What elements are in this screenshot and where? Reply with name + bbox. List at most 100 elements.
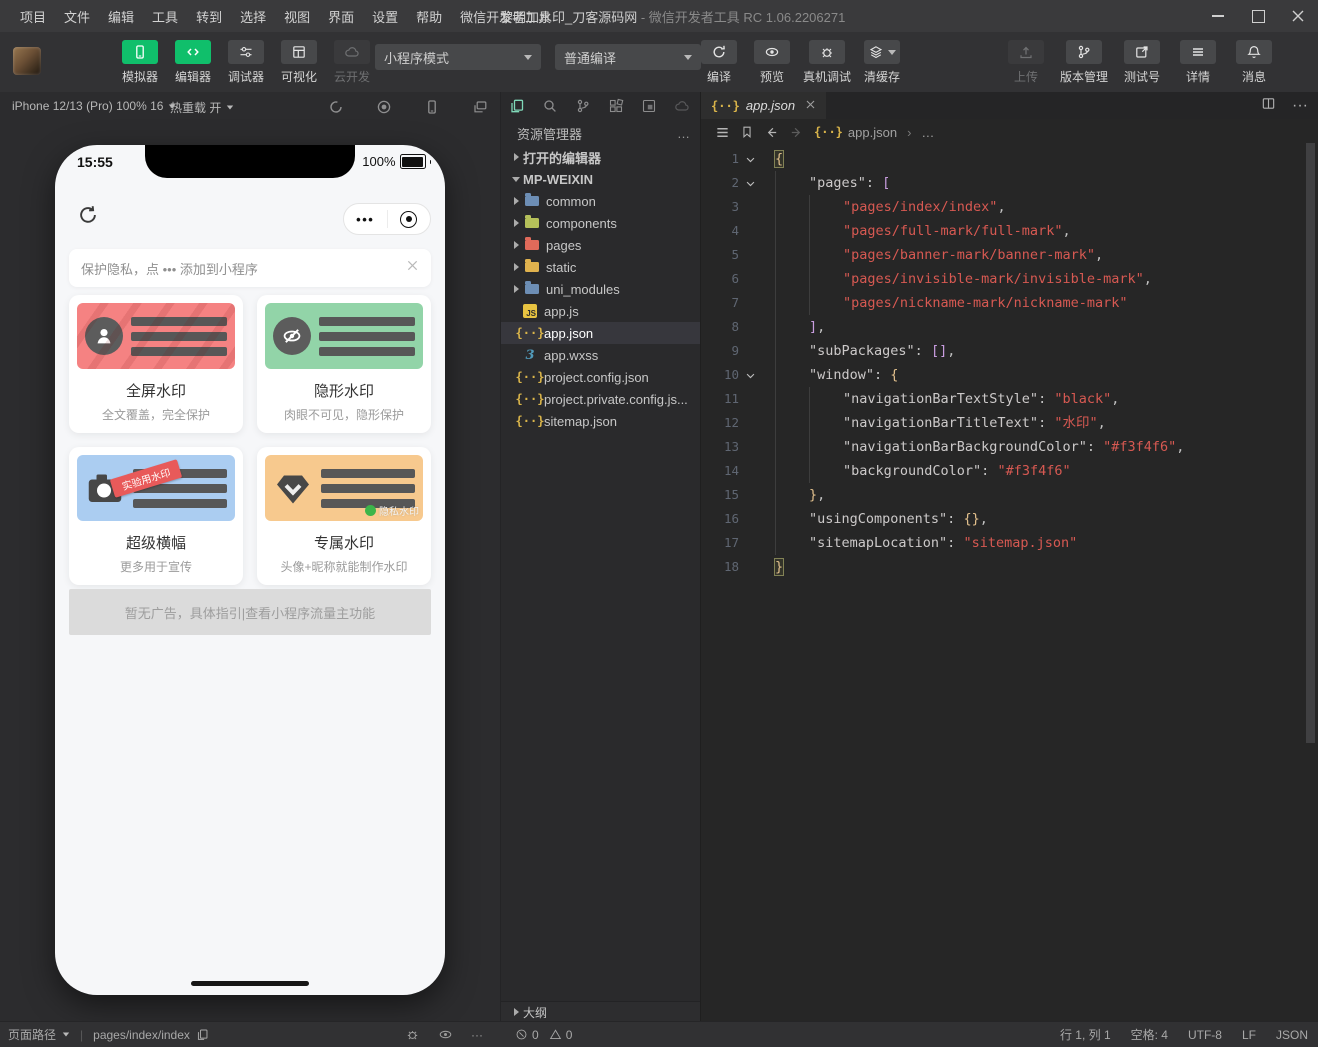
- rotate-phone-icon[interactable]: [420, 95, 444, 119]
- refresh-icon[interactable]: [77, 204, 99, 231]
- folder-expand-arrow[interactable]: [509, 285, 523, 293]
- compile-mode-select[interactable]: 普通编译: [555, 44, 701, 70]
- extensions-icon[interactable]: [607, 97, 625, 115]
- close-button[interactable]: [1278, 0, 1318, 32]
- more-menu-button[interactable]: •••: [344, 212, 387, 227]
- right-0-upload-button[interactable]: 上传: [1004, 40, 1048, 85]
- compile-1-eye-button[interactable]: 预览: [750, 40, 794, 85]
- menu-item-2[interactable]: 编辑: [100, 3, 142, 30]
- breadcrumb-separator: ›: [907, 124, 912, 140]
- more-actions-icon[interactable]: …: [677, 126, 691, 141]
- bookmark-icon[interactable]: [740, 125, 754, 139]
- vconsole-icon[interactable]: [405, 1027, 420, 1042]
- avatar[interactable]: [13, 47, 41, 75]
- menu-item-10[interactable]: 微信开发者工具: [452, 3, 559, 30]
- file-name: components: [546, 215, 617, 231]
- watermark-card-1[interactable]: 隐形水印 肉眼不可见，隐形保护: [257, 295, 431, 433]
- folder-expand-arrow[interactable]: [509, 219, 523, 227]
- watermark-card-3[interactable]: 隐私水印 专属水印 头像+昵称就能制作水印: [257, 447, 431, 585]
- fold-chevron-icon[interactable]: [739, 171, 761, 195]
- menu-item-8[interactable]: 设置: [364, 3, 406, 30]
- toolbar: 模拟器 编辑器 调试器 可视化 云开发 小程序模式 普通编译 编译 预览 真机调试 清缓存 上…: [0, 32, 1318, 93]
- tree-item-app-json[interactable]: {··} app.json: [501, 322, 701, 344]
- json-file-icon: {··}: [711, 98, 740, 113]
- tree-item-uni-modules[interactable]: uni_modules: [501, 278, 701, 300]
- folder-expand-arrow[interactable]: [509, 241, 523, 249]
- tree-item-static[interactable]: static: [501, 256, 701, 278]
- loading-icon[interactable]: [324, 95, 348, 119]
- cloud-icon[interactable]: [673, 97, 691, 115]
- watermark-card-2[interactable]: 实验用水印 超级横幅 更多用于宣传: [69, 447, 243, 585]
- navigate-back-icon[interactable]: [764, 125, 779, 140]
- tree-item-app-js[interactable]: JS app.js: [501, 300, 701, 322]
- outline-list-icon[interactable]: [715, 125, 730, 140]
- cursor-position[interactable]: 行 1, 列 1: [1060, 1026, 1111, 1043]
- folder-expand-arrow[interactable]: [509, 263, 523, 271]
- breadcrumb-file[interactable]: {··} app.json: [814, 125, 897, 140]
- panel-0-phone-button[interactable]: 模拟器: [118, 40, 162, 85]
- menu-item-9[interactable]: 帮助: [408, 3, 450, 30]
- right-3-list-button[interactable]: 详情: [1176, 40, 1220, 85]
- panel-4-cloud-button[interactable]: 云开发: [330, 40, 374, 85]
- files-icon[interactable]: [508, 97, 526, 115]
- close-icon[interactable]: [406, 259, 419, 277]
- menu-item-5[interactable]: 选择: [232, 3, 274, 30]
- right-1-branch-button[interactable]: 版本管理: [1060, 40, 1108, 85]
- menu-item-1[interactable]: 文件: [56, 3, 98, 30]
- right-4-bell-button[interactable]: 消息: [1232, 40, 1276, 85]
- preview-panel-icon[interactable]: [640, 97, 658, 115]
- hot-reload-toggle[interactable]: 热重载 开: [170, 99, 234, 116]
- panel-2-sliders-button[interactable]: 调试器: [224, 40, 268, 85]
- editor-scrollbar[interactable]: [1306, 143, 1315, 743]
- project-root-section[interactable]: MP-WEIXIN: [501, 168, 701, 190]
- menu-item-6[interactable]: 视图: [276, 3, 318, 30]
- record-icon[interactable]: [372, 95, 396, 119]
- copy-path-icon[interactable]: [196, 1028, 209, 1041]
- outline-section[interactable]: 大纲: [501, 1001, 701, 1022]
- fold-chevron-icon[interactable]: [739, 363, 761, 387]
- maximize-button[interactable]: [1238, 0, 1278, 32]
- watermark-card-0[interactable]: 全屏水印 全文覆盖，完全保护: [69, 295, 243, 433]
- more-actions-icon[interactable]: ···: [1292, 97, 1308, 115]
- folder-expand-arrow[interactable]: [509, 197, 523, 205]
- panel-1-code-button[interactable]: 编辑器: [171, 40, 215, 85]
- source-control-icon[interactable]: [574, 97, 592, 115]
- open-editors-section[interactable]: 打开的编辑器: [501, 146, 701, 168]
- indent-setting[interactable]: 空格: 4: [1131, 1026, 1168, 1043]
- problems-section[interactable]: 0 0: [515, 1022, 572, 1047]
- right-2-external-button[interactable]: 测试号: [1120, 40, 1164, 85]
- menu-item-3[interactable]: 工具: [144, 3, 186, 30]
- encoding[interactable]: UTF-8: [1188, 1028, 1222, 1042]
- compile-2-bug-button[interactable]: 真机调试: [803, 40, 851, 85]
- eol-setting[interactable]: LF: [1242, 1028, 1256, 1042]
- compile-0-refresh-button[interactable]: 编译: [697, 40, 741, 85]
- menu-item-0[interactable]: 项目: [12, 3, 54, 30]
- mode-select[interactable]: 小程序模式: [375, 44, 541, 70]
- tab-app-json[interactable]: {··} app.json: [701, 92, 827, 119]
- panel-3-layout-button[interactable]: 可视化: [277, 40, 321, 85]
- language-mode[interactable]: JSON: [1276, 1028, 1308, 1042]
- close-miniprogram-button[interactable]: [388, 210, 431, 228]
- fold-chevron-icon[interactable]: [739, 147, 761, 171]
- preview-eye-icon[interactable]: [438, 1027, 453, 1042]
- tree-item-common[interactable]: common: [501, 190, 701, 212]
- minimize-button[interactable]: [1198, 0, 1238, 32]
- tree-item-components[interactable]: components: [501, 212, 701, 234]
- tree-item-sitemap-json[interactable]: {··} sitemap.json: [501, 410, 701, 432]
- code-editor[interactable]: 1{2 "pages": [3 "pages/index/index", 4 "page…: [701, 147, 1302, 1022]
- tree-item-project-private-config-js-[interactable]: {··} project.private.config.js...: [501, 388, 701, 410]
- split-editor-icon[interactable]: [1261, 96, 1276, 116]
- search-icon[interactable]: [541, 97, 559, 115]
- navigate-forward-icon[interactable]: [789, 125, 804, 140]
- menu-item-7[interactable]: 界面: [320, 3, 362, 30]
- tree-item-project-config-json[interactable]: {··} project.config.json: [501, 366, 701, 388]
- menu-item-4[interactable]: 转到: [188, 3, 230, 30]
- device-selector[interactable]: iPhone 12/13 (Pro) 100% 16: [12, 99, 176, 113]
- tree-item-app-wxss[interactable]: 3 app.wxss: [501, 344, 701, 366]
- tree-item-pages[interactable]: pages: [501, 234, 701, 256]
- more-dots-icon[interactable]: ···: [471, 1028, 483, 1042]
- compile-3-layers-button[interactable]: 清缓存: [860, 40, 904, 85]
- page-path-dropdown[interactable]: 页面路径: [8, 1026, 56, 1043]
- close-tab-icon[interactable]: [805, 97, 816, 115]
- detach-window-icon[interactable]: [468, 95, 492, 119]
